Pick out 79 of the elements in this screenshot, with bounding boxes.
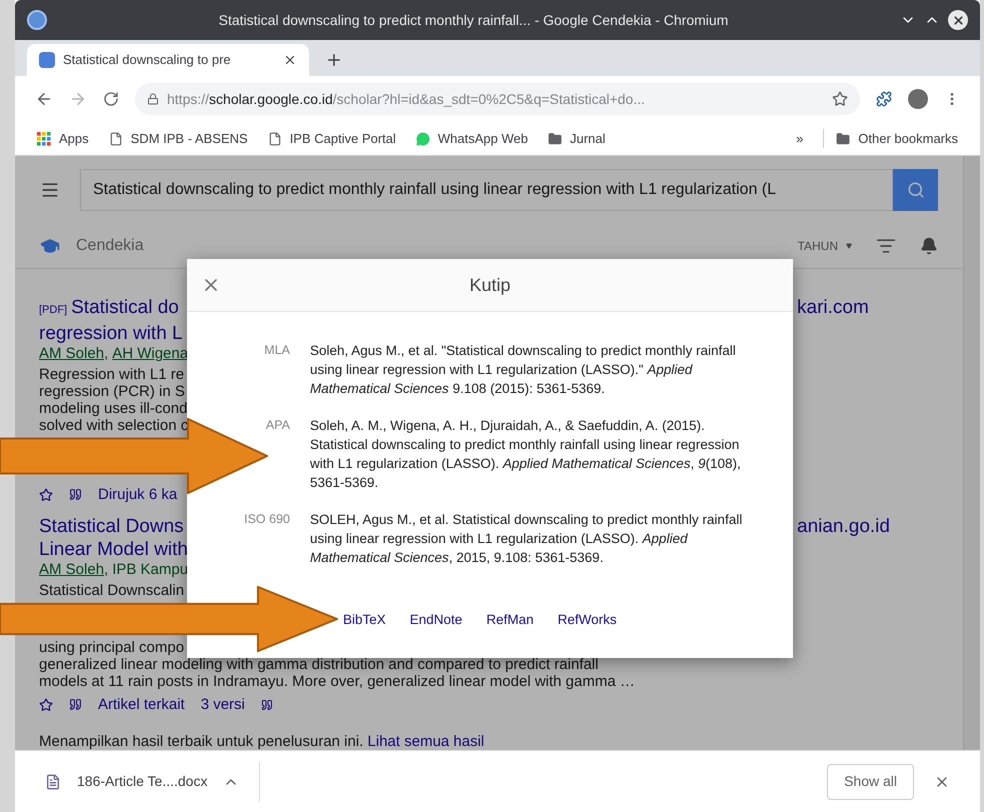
result-action-link[interactable]: Artikel terkait bbox=[98, 696, 185, 713]
download-file-name[interactable]: 186-Article Te....docx bbox=[77, 771, 208, 792]
results-footer-text: Menampilkan hasil terbaik untuk penelusuran ini. Lihat semua hasil bbox=[39, 733, 484, 750]
bookmark-item[interactable]: SDM IPB - ABSENS bbox=[108, 128, 248, 148]
new-tab-icon[interactable] bbox=[325, 51, 343, 69]
bookmark-item[interactable]: Other bookmarks bbox=[823, 128, 958, 148]
save-star-icon[interactable] bbox=[39, 488, 53, 502]
result-snippet-line: models at 11 rain posts in Indramayu. More over, generalized linear model with gamma … bbox=[39, 673, 635, 690]
export-link[interactable]: RefWorks bbox=[558, 612, 617, 628]
alert-icon[interactable] bbox=[920, 236, 938, 254]
author-affiliation: IPB Kampu bbox=[112, 561, 188, 578]
search-button[interactable] bbox=[893, 169, 938, 211]
dialog-title: Kutip bbox=[468, 274, 512, 297]
bookmarks-overflow[interactable]: » bbox=[796, 128, 804, 148]
export-link[interactable]: EndNote bbox=[410, 612, 462, 628]
extension-icon[interactable] bbox=[876, 91, 892, 107]
folder-icon bbox=[836, 132, 850, 146]
tab-title: Statistical downscaling to pre bbox=[63, 51, 232, 70]
citation-text[interactable]: Soleh, A. M., Wigena, A. H., Djuraidah, A., & Saefuddin, A. (2015). Statistical downscaling to predict monthly rainfall using linear regression with L1 regularization (LASSO). Applied Mathematical Sciences, 9(108), 5361-5369. bbox=[310, 416, 750, 492]
author-link[interactable]: AM Soleh, bbox=[39, 561, 108, 578]
result-title[interactable]: Statistical do bbox=[71, 296, 179, 319]
result-snippet-line: Statistical Downscalin bbox=[39, 582, 184, 599]
folder-icon bbox=[548, 132, 562, 146]
result-source-link[interactable]: kari.com bbox=[797, 297, 869, 318]
bookmark-item[interactable]: IPB Captive Portal bbox=[268, 128, 396, 148]
bookmark-item[interactable]: Apps bbox=[37, 128, 89, 148]
dropdown-caret-icon bbox=[846, 242, 852, 248]
author-link[interactable]: AH Wigena bbox=[112, 345, 188, 362]
address-bar[interactable]: https://scholar.google.co.id/scholar?hl=id&as_sdt=0%2C5&q=Statistical+do... bbox=[135, 83, 860, 115]
document-icon bbox=[45, 774, 61, 790]
export-link[interactable]: RefMan bbox=[486, 612, 534, 628]
apps-grid-icon bbox=[37, 132, 51, 146]
browser-tab[interactable]: Statistical downscaling to pre bbox=[27, 44, 309, 76]
result-snippet-line: modeling uses ill-cond bbox=[39, 400, 188, 417]
page-icon bbox=[108, 132, 123, 146]
result-snippet-line: Regression with L1 re bbox=[39, 366, 184, 383]
show-all-button[interactable]: Show all bbox=[827, 764, 914, 800]
bookmark-item[interactable]: WhatsApp Web bbox=[416, 128, 528, 148]
citation-text[interactable]: Soleh, Agus M., et al. "Statistical downscaling to predict monthly rainfall using linear regression with L1 regularization (LASSO)." Applied Mathematical Sciences 9.108 (2015): 5361-5369. bbox=[310, 341, 750, 398]
citation-style-label: MLA bbox=[263, 342, 290, 359]
see-all-results-link[interactable]: Lihat semua hasil bbox=[368, 733, 484, 750]
result-snippet-line: generalized linear modeling with gamma distribution and compared to predict rainfall bbox=[39, 656, 598, 673]
close-tab-icon[interactable] bbox=[283, 53, 297, 67]
bookmark-item[interactable]: Jurnal bbox=[548, 128, 606, 148]
profile-avatar[interactable] bbox=[908, 89, 928, 109]
author-link[interactable]: AM Soleh, bbox=[39, 345, 108, 362]
brand-name: Cendekia bbox=[76, 236, 144, 256]
citation-style-label: ISO 690 bbox=[243, 511, 290, 528]
tab-favicon-icon bbox=[39, 52, 55, 68]
result-title[interactable]: Statistical Downs bbox=[39, 515, 184, 538]
save-star-icon[interactable] bbox=[39, 698, 53, 712]
page-icon bbox=[268, 132, 282, 146]
reload-icon[interactable] bbox=[103, 91, 119, 107]
pdf-tag: [PDF] bbox=[39, 299, 68, 322]
year-filter[interactable]: TAHUN bbox=[798, 236, 852, 254]
result-snippet-line: using principal compo bbox=[39, 639, 184, 656]
close-button[interactable] bbox=[948, 10, 968, 30]
back-icon[interactable] bbox=[35, 90, 53, 108]
close-icon bbox=[952, 14, 964, 26]
result-title[interactable]: Linear Model with bbox=[39, 538, 188, 561]
search-icon bbox=[906, 181, 924, 199]
browser-logo-icon bbox=[27, 10, 47, 30]
scrollbar[interactable] bbox=[963, 156, 980, 750]
result-action-link[interactable]: 3 versi bbox=[200, 696, 245, 713]
result-title[interactable]: regression with L bbox=[39, 322, 183, 345]
search-field[interactable]: Statistical downscaling to predict monthly rainfall using linear regression with L1 regularization (L bbox=[80, 169, 893, 211]
url-text: https://scholar.google.co.id/scholar?hl=id&as_sdt=0%2C5&q=Statistical+do... bbox=[167, 90, 646, 109]
result-snippet-line: regression (PCR) in S bbox=[39, 383, 185, 400]
citation-style-label: APA bbox=[264, 417, 290, 434]
cite-icon[interactable] bbox=[69, 488, 82, 501]
result-action-link[interactable]: Dirujuk 6 ka bbox=[98, 486, 178, 503]
window-title: Statistical downscaling to predict monthly rainfall... - Google Cendekia - Chromium bbox=[218, 10, 730, 30]
chat-bubble-icon bbox=[416, 132, 430, 146]
cite-icon[interactable] bbox=[69, 698, 82, 711]
lock-icon bbox=[147, 93, 159, 105]
export-link[interactable]: BibTeX bbox=[343, 612, 386, 628]
citation-text[interactable]: SOLEH, Agus M., et al. Statistical downscaling to predict monthly rainfall using linear regression with L1 regularization (LASSO). Applied Mathematical Sciences, 2015, 9.108: 5361-5369. bbox=[310, 510, 750, 567]
bookmark-star-icon[interactable] bbox=[832, 91, 848, 107]
result-source-link[interactable]: anian.go.id bbox=[797, 516, 890, 537]
